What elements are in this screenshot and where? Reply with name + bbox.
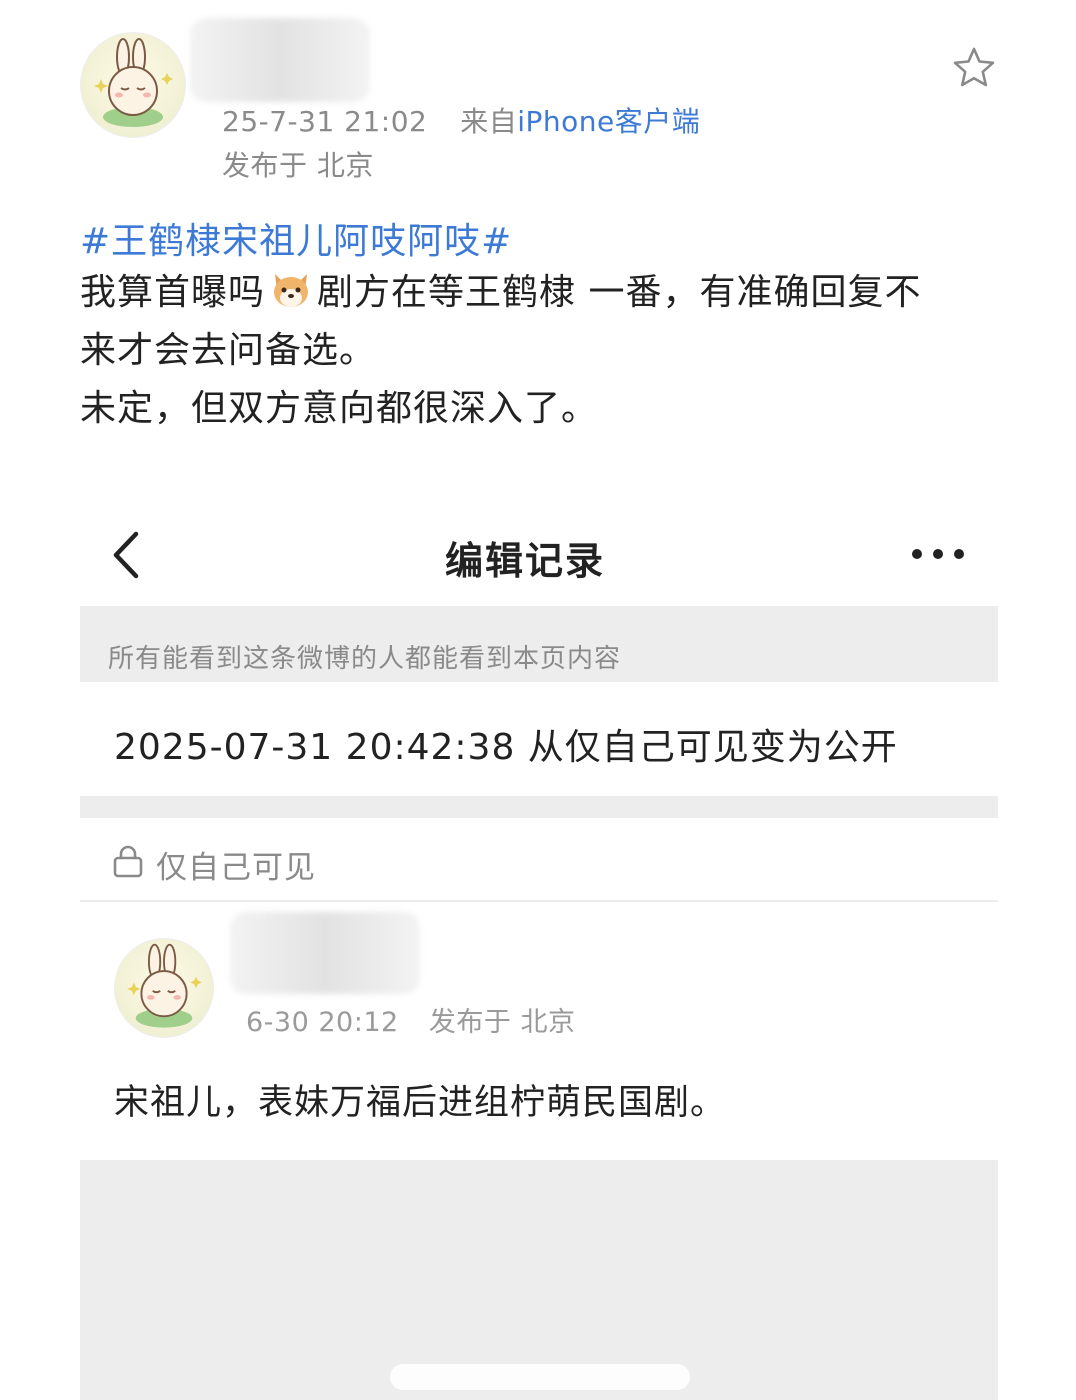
section-separator (80, 796, 998, 818)
post-meta: 25-7-31 21:02 来自iPhone客户端 (222, 100, 700, 140)
bottom-panel (80, 1160, 998, 1400)
post-body: 我算首曝吗 剧方在等王鹤棣 一番，有准确回复不 来才会去问备选。 未定，但双方意… (80, 264, 1010, 438)
original-post-timestamp: 6-30 20:12 (246, 1007, 399, 1038)
edit-change-entry: 2025-07-31 20:42:38 从仅自己可见变为公开 (114, 727, 898, 768)
post-timestamp: 25-7-31 21:02 (222, 105, 428, 138)
topic-hashtag-link[interactable]: #王鹤棣宋祖儿阿吱阿吱# (80, 212, 512, 264)
favorite-button[interactable] (952, 46, 996, 90)
notice-text: 所有能看到这条微博的人都能看到本页内容 (108, 644, 622, 674)
blurred-username (230, 912, 420, 994)
bunny-avatar-icon (127, 943, 202, 1028)
notice-bar: 所有能看到这条微博的人都能看到本页内容 (80, 606, 998, 682)
source-prefix: 来自 (460, 105, 518, 138)
blurred-username (190, 18, 370, 102)
original-post-avatar[interactable] (114, 938, 214, 1038)
star-outline-icon (953, 47, 995, 87)
more-button[interactable] (910, 546, 966, 565)
post-line-2: 来才会去问备选。 (80, 330, 377, 371)
user-avatar[interactable] (80, 32, 186, 138)
post-line-1-end: 剧方在等王鹤棣 一番，有准确回复不 (317, 272, 922, 313)
post-line-3: 未定，但双方意向都很深入了。 (80, 388, 599, 429)
bunny-avatar-icon (94, 38, 173, 127)
visibility-label: 仅自己可见 (156, 850, 316, 886)
source-client-link[interactable]: iPhone客户端 (517, 105, 700, 138)
more-dots-icon (912, 549, 964, 559)
post-line-1-start: 我算首曝吗 (80, 272, 266, 313)
divider (80, 900, 998, 902)
post-location: 发布于 北京 (222, 149, 374, 182)
original-post-text: 宋祖儿，表妹万福后进组柠萌民国剧。 (114, 1083, 727, 1123)
home-indicator[interactable] (390, 1364, 690, 1390)
original-post-location: 发布于 北京 (428, 1007, 576, 1038)
post-line-1: 我算首曝吗 剧方在等王鹤棣 一番，有准确回复不 (80, 264, 1010, 322)
page-title: 编辑记录 (444, 539, 605, 583)
lock-icon (112, 844, 144, 878)
original-post-meta: 6-30 20:12 发布于 北京 (246, 1000, 575, 1039)
dog-face-emoji (269, 270, 313, 310)
